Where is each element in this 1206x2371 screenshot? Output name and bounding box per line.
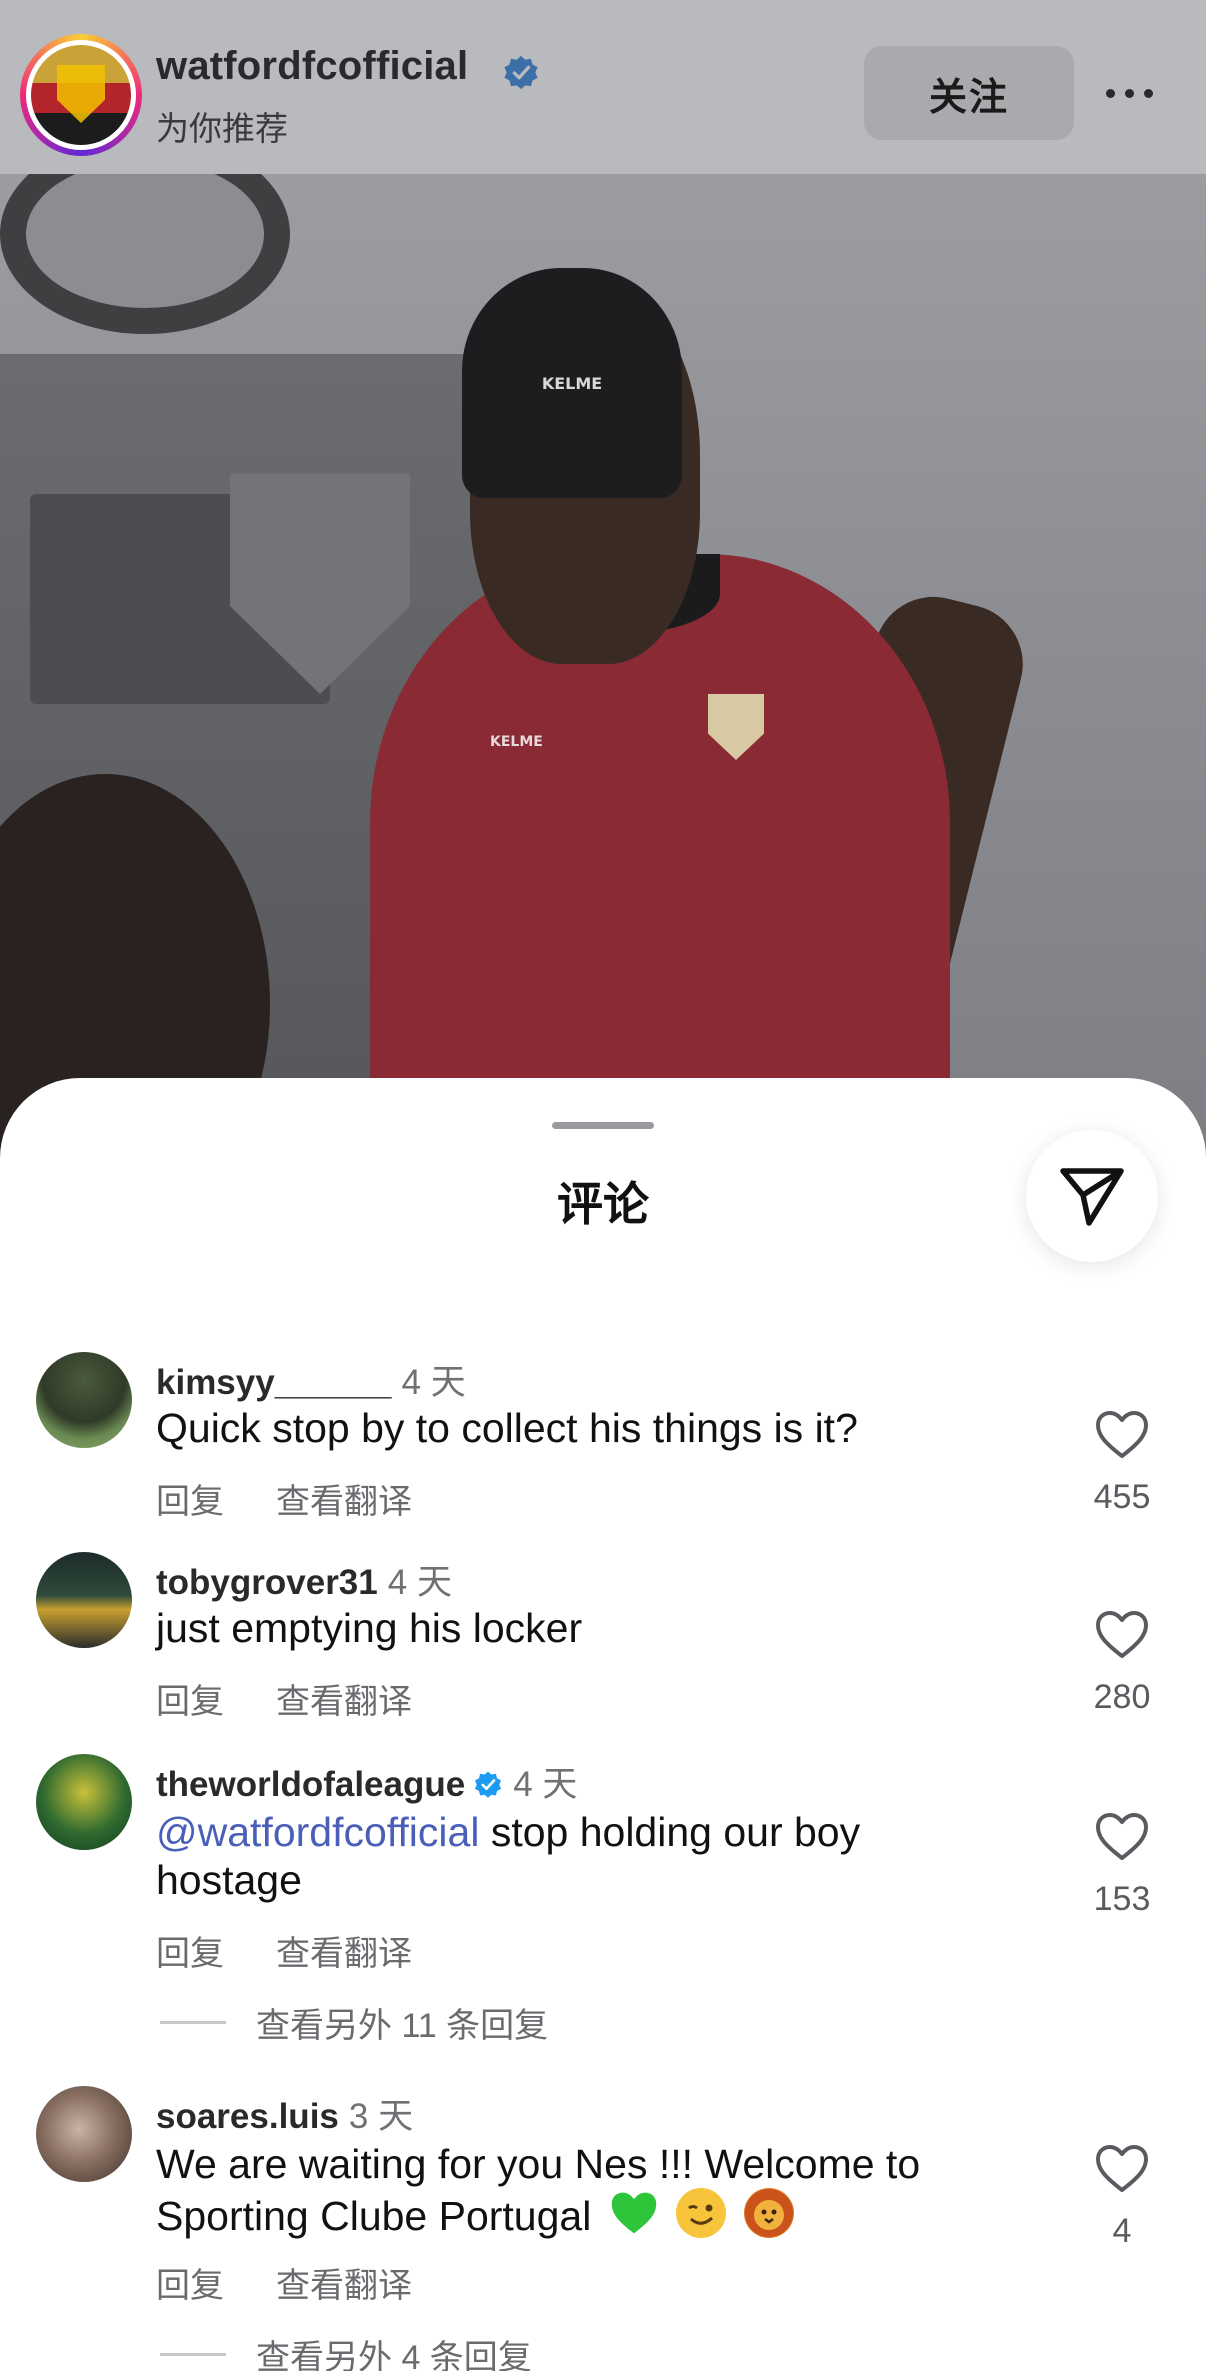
comment-username[interactable]: soares.luis 3 天 xyxy=(156,2088,413,2139)
like-control[interactable]: 4 xyxy=(1080,2144,1164,2251)
comment-username[interactable]: theworldofaleague 4 天 xyxy=(156,1756,577,1807)
view-more-replies[interactable]: 查看另外 11 条回复 xyxy=(160,1998,548,2047)
view-more-replies-label[interactable]: 查看另外 4 条回复 xyxy=(256,2330,532,2371)
comment-avatar[interactable] xyxy=(36,1352,132,1448)
heart-icon[interactable] xyxy=(1095,1410,1149,1460)
comment-actions: 回复 查看翻译 xyxy=(156,2258,464,2307)
comment-body: We are waiting for you Nes !!! Welcome t… xyxy=(156,2141,921,2239)
like-control[interactable]: 153 xyxy=(1080,1812,1164,1919)
like-control[interactable]: 455 xyxy=(1080,1410,1164,1517)
comment-avatar[interactable] xyxy=(36,2086,132,2182)
more-dots-icon[interactable] xyxy=(1106,78,1166,108)
view-more-replies[interactable]: 查看另外 4 条回复 xyxy=(160,2330,532,2371)
like-control[interactable]: 280 xyxy=(1080,1610,1164,1717)
follow-button[interactable]: 关注 xyxy=(864,46,1074,140)
sheet-grabber[interactable] xyxy=(552,1122,654,1129)
comment-actions: 回复 查看翻译 xyxy=(156,1474,464,1523)
comment-text: @watfordfcofficial stop holding our boy … xyxy=(156,1808,996,1904)
reply-button[interactable]: 回复 xyxy=(156,2267,224,2305)
comment-actions: 回复 查看翻译 xyxy=(156,1926,464,1975)
view-more-replies-label[interactable]: 查看另外 11 条回复 xyxy=(256,1998,548,2047)
lion-face-icon xyxy=(743,2188,794,2238)
translate-button[interactable]: 查看翻译 xyxy=(276,2267,412,2305)
comment-time: 3 天 xyxy=(348,2097,414,2136)
reply-button[interactable]: 回复 xyxy=(156,1935,224,1973)
wall-clock xyxy=(0,174,290,334)
replies-divider xyxy=(160,2353,226,2356)
sheet-title: 评论 xyxy=(557,1178,649,1230)
heart-icon[interactable] xyxy=(1095,1812,1149,1862)
account-avatar[interactable] xyxy=(20,34,142,156)
heart-icon[interactable] xyxy=(1095,2144,1149,2194)
comment-text: just emptying his locker xyxy=(156,1605,583,1651)
verified-badge-icon xyxy=(475,1771,502,1798)
account-name[interactable]: watfordfcofficial xyxy=(156,44,468,89)
reply-button[interactable]: 回复 xyxy=(156,1683,224,1721)
comment-text: We are waiting for you Nes !!! Welcome t… xyxy=(156,2140,996,2240)
translate-button[interactable]: 查看翻译 xyxy=(276,1935,412,1973)
post-header: watfordfcofficial 为你推荐 关注 xyxy=(0,0,1206,174)
winking-face-icon xyxy=(676,2188,727,2238)
green-heart-icon xyxy=(609,2188,659,2238)
comment-text: Quick stop by to collect his things is i… xyxy=(156,1405,858,1451)
comments-sheet: 评论 kimsyy______ 4 天 Quick stop by to coll… xyxy=(0,1078,1206,2371)
username-text[interactable]: soares.luis xyxy=(156,2097,339,2136)
like-count: 455 xyxy=(1093,1478,1151,1516)
translate-button[interactable]: 查看翻译 xyxy=(276,1483,412,1521)
comment-actions: 回复 查看翻译 xyxy=(156,1674,464,1723)
username-text[interactable]: tobygrover31 xyxy=(156,1563,378,1602)
shirt-brand: KELME xyxy=(490,734,543,750)
comment-avatar[interactable] xyxy=(36,1552,132,1648)
comment-avatar[interactable] xyxy=(36,1754,132,1850)
reply-button[interactable]: 回复 xyxy=(156,1483,224,1521)
watford-crest-icon xyxy=(31,45,131,145)
username-text[interactable]: theworldofaleague xyxy=(156,1765,465,1804)
post-photo: KELME KELME xyxy=(0,174,1206,1174)
send-icon xyxy=(1060,1168,1124,1226)
like-count: 280 xyxy=(1093,1678,1151,1716)
share-button[interactable] xyxy=(1026,1130,1158,1262)
mention-link[interactable]: @watfordfcofficial xyxy=(156,1809,479,1855)
heart-icon[interactable] xyxy=(1095,1610,1149,1660)
comment-username[interactable]: kimsyy______ 4 天 xyxy=(156,1354,466,1405)
translate-button[interactable]: 查看翻译 xyxy=(276,1683,412,1721)
username-text[interactable]: kimsyy______ xyxy=(156,1363,392,1402)
comment-username[interactable]: tobygrover31 4 天 xyxy=(156,1554,452,1605)
like-count: 153 xyxy=(1093,1880,1151,1918)
recommendation-label: 为你推荐 xyxy=(156,110,288,147)
comment-time: 4 天 xyxy=(513,1765,578,1804)
replies-divider xyxy=(160,2021,226,2024)
like-count: 4 xyxy=(1112,2212,1132,2250)
comment-time: 4 天 xyxy=(387,1563,452,1602)
comment-time: 4 天 xyxy=(401,1363,466,1402)
beanie-brand: KELME xyxy=(541,374,603,393)
verified-badge-icon xyxy=(504,55,538,90)
